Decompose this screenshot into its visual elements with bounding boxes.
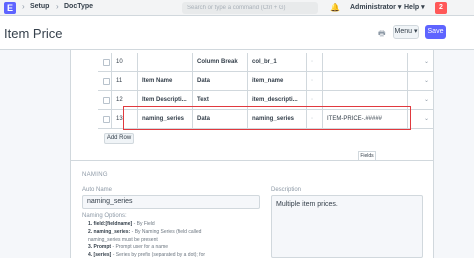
field-name-cell[interactable]: col_br_1 bbox=[248, 53, 307, 72]
mandatory-cell[interactable]: ▫ bbox=[307, 53, 323, 72]
breadcrumb-doctype[interactable]: DocType bbox=[64, 3, 93, 10]
chevron-down-icon[interactable]: ⌄ bbox=[424, 72, 429, 91]
chevron-down-icon[interactable]: ⌄ bbox=[424, 91, 429, 110]
section-divider bbox=[70, 160, 434, 161]
naming-option: 4. [series] - Series by prefix (separate… bbox=[88, 252, 206, 258]
row-checkbox[interactable] bbox=[103, 59, 110, 66]
save-button[interactable]: Save bbox=[425, 25, 446, 39]
naming-option: 3. Prompt - Prompt user for a name bbox=[88, 244, 169, 250]
page-title: Item Price bbox=[4, 26, 63, 41]
naming-option: 1. field:[fieldname] - By Field bbox=[88, 221, 155, 227]
chevron-right-icon: › bbox=[56, 2, 59, 11]
row-index: 10 bbox=[112, 53, 138, 72]
add-row-button[interactable]: Add Row bbox=[104, 133, 134, 144]
chevron-right-icon: › bbox=[22, 2, 25, 11]
breadcrumb-setup[interactable]: Setup bbox=[30, 3, 49, 10]
description-field[interactable]: Multiple item prices. bbox=[271, 195, 423, 258]
autoname-field[interactable]: naming_series bbox=[82, 195, 260, 209]
field-label-cell[interactable] bbox=[138, 53, 193, 72]
print-icon[interactable]: 🖶 bbox=[378, 28, 386, 42]
bell-icon[interactable]: 🔔 bbox=[330, 3, 340, 12]
row-checkbox[interactable] bbox=[103, 78, 110, 85]
mandatory-cell[interactable]: ▫ bbox=[307, 72, 323, 91]
autoname-label: Auto Name bbox=[82, 187, 113, 193]
app-logo[interactable]: E bbox=[4, 2, 16, 14]
description-label: Description bbox=[271, 187, 302, 193]
field-type-cell[interactable]: Data bbox=[193, 72, 248, 91]
section-title: NAMING bbox=[82, 172, 108, 178]
highlight-box bbox=[123, 106, 411, 130]
row-checkbox[interactable] bbox=[103, 116, 110, 123]
user-menu[interactable]: Administrator ▾ bbox=[350, 3, 401, 11]
chevron-down-icon[interactable]: ⌄ bbox=[424, 53, 429, 72]
field-label-cell[interactable]: Item Name bbox=[138, 72, 193, 91]
row-checkbox[interactable] bbox=[103, 97, 110, 104]
notification-badge[interactable]: 2 bbox=[435, 2, 447, 14]
naming-options-label: Naming Options: bbox=[82, 213, 127, 219]
naming-option: 2. naming_series: - By Naming Series (fi… bbox=[88, 229, 202, 235]
chevron-down-icon[interactable]: ⌄ bbox=[424, 110, 429, 129]
field-name-cell[interactable]: item_name bbox=[248, 72, 307, 91]
field-options-cell[interactable] bbox=[323, 72, 408, 91]
help-menu[interactable]: Help ▾ bbox=[404, 3, 425, 11]
field-type-cell[interactable]: Column Break bbox=[193, 53, 248, 72]
page-head: Item Price 🖶 Menu ▾ Save bbox=[0, 16, 474, 50]
table-row[interactable]: 11 Item Name Data item_name ▫ ⌄ bbox=[98, 72, 433, 91]
menu-button[interactable]: Menu ▾ bbox=[393, 25, 419, 39]
search-input[interactable] bbox=[182, 2, 318, 14]
row-index: 11 bbox=[112, 72, 138, 91]
naming-option: naming_series must be present bbox=[88, 237, 158, 243]
table-row[interactable]: 10 Column Break col_br_1 ▫ ⌄ bbox=[98, 53, 433, 72]
field-options-cell[interactable] bbox=[323, 53, 408, 72]
top-navbar: E › Setup › DocType 🔔 Administrator ▾ He… bbox=[0, 0, 474, 16]
